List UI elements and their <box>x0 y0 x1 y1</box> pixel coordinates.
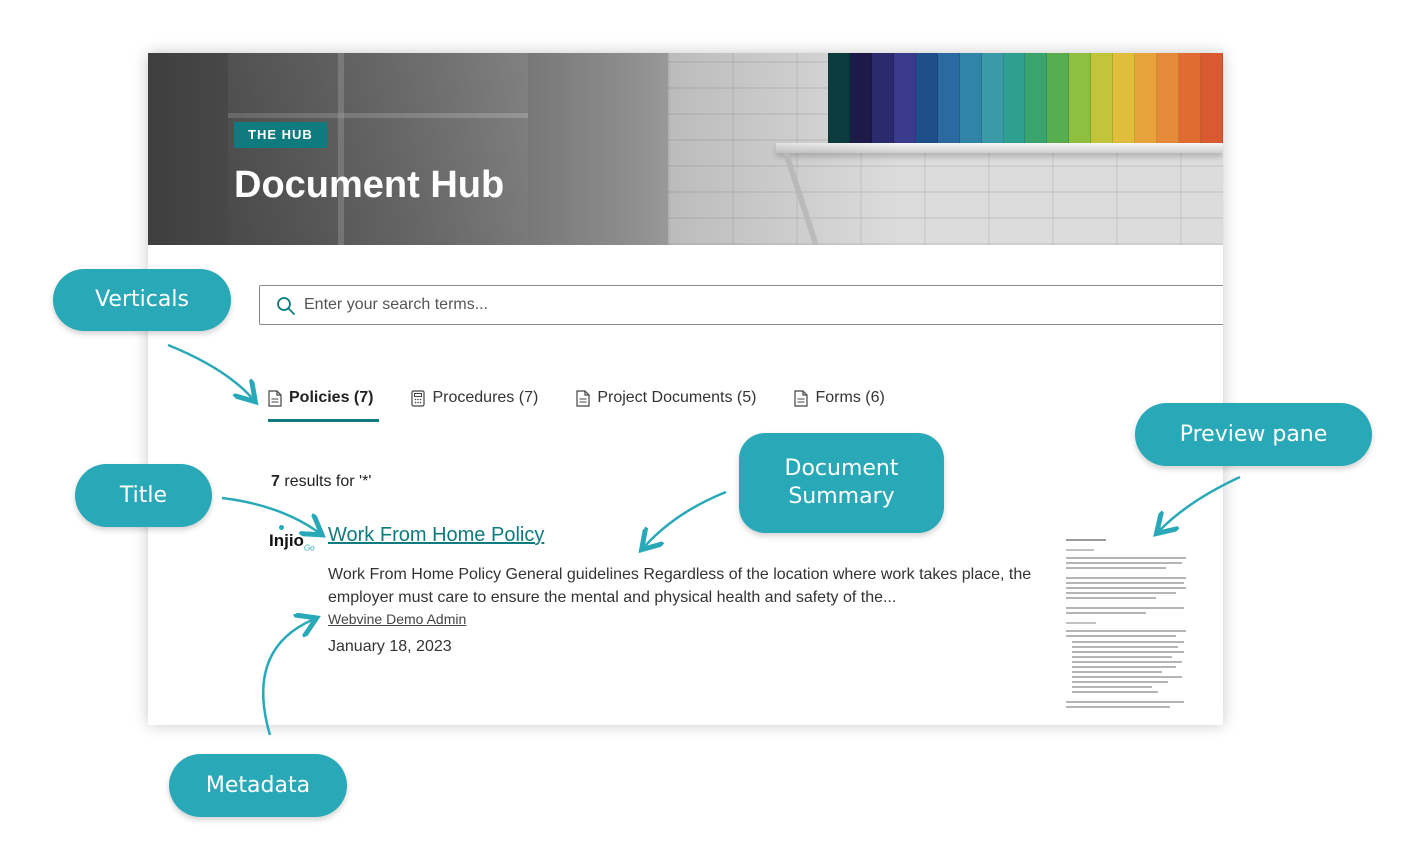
tab-project-documents[interactable]: Project Documents (5) <box>576 386 756 410</box>
callout-verticals: Verticals <box>53 269 231 331</box>
results-number: 7 <box>271 473 280 490</box>
verticals-tabs: Policies (7) Procedures (7) Project Docu… <box>268 386 923 410</box>
callout-summary-line2: Summary <box>788 484 895 509</box>
search-box[interactable] <box>259 285 1223 325</box>
document-icon <box>268 389 282 407</box>
callout-summary-line1: Document <box>784 456 899 481</box>
callout-metadata: Metadata <box>169 754 347 817</box>
logo-text: Injio <box>269 531 304 550</box>
tab-forms[interactable]: Forms (6) <box>794 386 885 410</box>
callout-document-summary: Document Summary <box>739 433 944 533</box>
hero-banner: THE HUB Document Hub <box>148 53 1223 245</box>
preview-pane[interactable] <box>1066 535 1196 725</box>
tab-label: Procedures (7) <box>432 389 539 406</box>
calculator-icon <box>411 389 426 407</box>
callout-title: Title <box>75 464 212 527</box>
injio-go-logo: InjioGo <box>269 525 315 553</box>
tab-label: Project Documents (5) <box>597 389 757 406</box>
results-query: results for '*' <box>284 473 372 490</box>
tab-policies[interactable]: Policies (7) <box>268 386 373 410</box>
stage: THE HUB Document Hub Policies (7) <box>0 0 1420 859</box>
tab-label: Forms (6) <box>815 389 885 406</box>
logo-suffix: Go <box>303 543 315 553</box>
callout-metadata-label: Metadata <box>205 772 311 798</box>
result-date: January 18, 2023 <box>328 638 452 655</box>
document-icon <box>794 389 809 407</box>
results-count: 7 results for '*' <box>271 473 371 491</box>
page-title: Document Hub <box>234 164 505 206</box>
document-icon <box>576 389 590 407</box>
callout-preview-pane: Preview pane <box>1135 403 1372 466</box>
callout-title-label: Title <box>119 482 168 508</box>
tab-procedures[interactable]: Procedures (7) <box>411 386 538 410</box>
app-screenshot: THE HUB Document Hub Policies (7) <box>148 53 1223 725</box>
hero-shade <box>148 53 1223 245</box>
search-icon <box>277 297 295 315</box>
callout-preview-label: Preview pane <box>1179 421 1328 447</box>
logo-dot <box>279 525 284 530</box>
hub-tag: THE HUB <box>234 122 327 148</box>
callout-verticals-label: Verticals <box>95 287 189 312</box>
result-title-link[interactable]: Work From Home Policy <box>328 524 544 547</box>
active-tab-indicator <box>268 419 379 422</box>
result-author-link[interactable]: Webvine Demo Admin <box>328 611 466 627</box>
tab-label: Policies (7) <box>289 389 374 406</box>
result-summary: Work From Home Policy General guidelines… <box>328 566 1032 606</box>
search-input[interactable] <box>304 286 1204 324</box>
